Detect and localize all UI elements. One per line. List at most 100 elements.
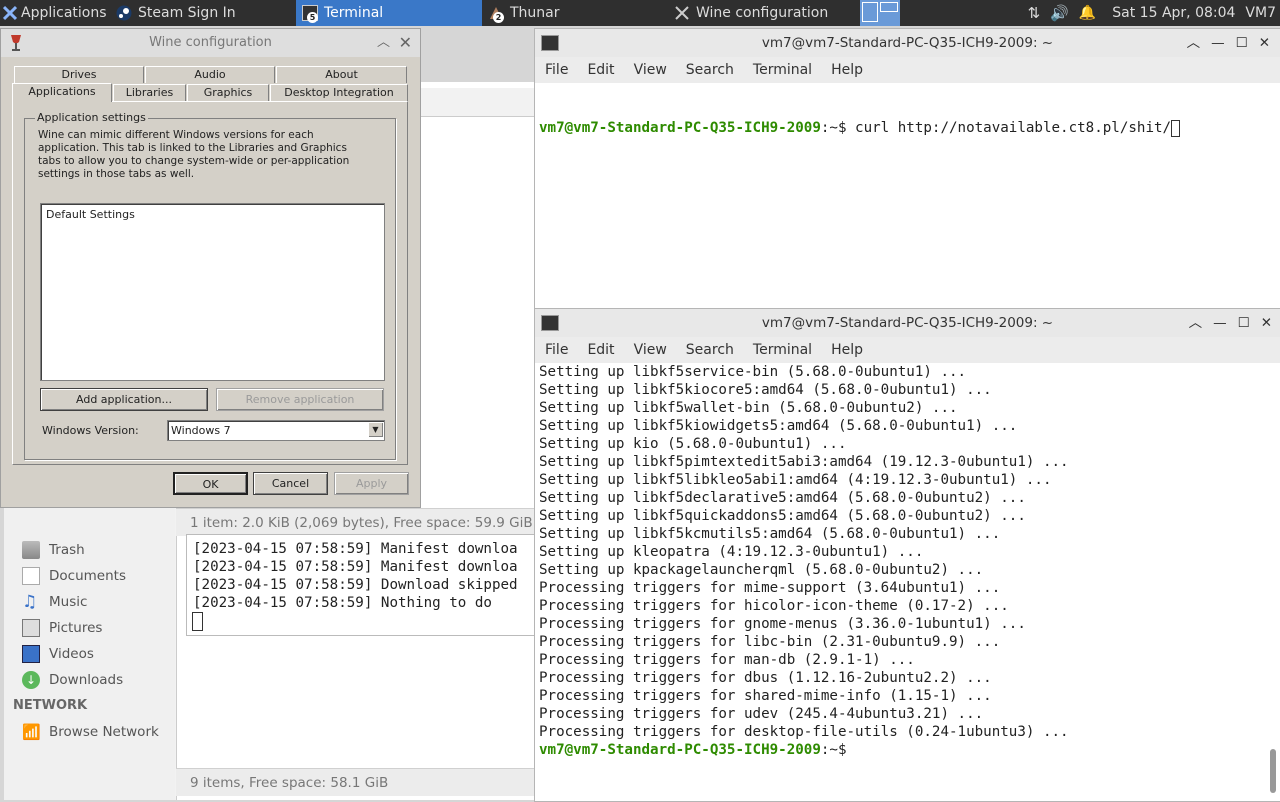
output-line: Processing triggers for libc-bin (2.31-0… [539,634,1001,650]
sidebar-item-music[interactable]: ♫ Music [22,592,87,612]
scrollbar[interactable] [1270,749,1276,793]
wine-glass-icon [9,34,23,52]
close-icon[interactable]: ✕ [1259,29,1270,57]
application-list[interactable]: Default Settings [40,203,385,381]
wine-tools-icon [674,5,690,21]
log-line: [2023-04-15 07:58:59] Manifest downloa [193,541,518,557]
menu-view[interactable]: View [634,62,667,78]
output-line: Processing triggers for gnome-menus (3.3… [539,616,1026,632]
wine-configuration-dialog: Wine configuration ︿ ✕ Drives Audio Abou… [0,28,421,508]
tab-applications[interactable]: Applications [12,83,112,102]
terminal-output[interactable]: Setting up libkf5service-bin (5.68.0-0ub… [539,363,1264,759]
add-application-button[interactable]: Add application... [40,388,208,411]
clock[interactable]: Sat 15 Apr, 08:04 [1112,5,1235,21]
tab-drives[interactable]: Drives [14,66,144,83]
menu-file[interactable]: File [545,62,568,78]
menu-search[interactable]: Search [686,62,734,78]
window-title: vm7@vm7-Standard-PC-Q35-ICH9-2009: ~ [761,35,1054,51]
windows-version-label: Windows Version: [42,424,139,437]
ok-button[interactable]: OK [173,472,248,495]
output-line: Setting up kio (5.68.0-0ubuntu1) ... [539,436,847,452]
pictures-icon [22,619,40,637]
cancel-button[interactable]: Cancel [253,472,328,495]
command-text: :~$ curl http://notavailable.ct8.pl/shit… [820,120,1172,136]
menu-edit[interactable]: Edit [587,342,614,358]
close-icon[interactable]: ✕ [399,29,412,57]
close-icon[interactable]: ✕ [1261,309,1272,337]
tab-desktop-integration[interactable]: Desktop Integration [270,84,408,101]
title-bar[interactable]: vm7@vm7-Standard-PC-Q35-ICH9-2009: ~ ︿ —… [535,29,1280,57]
output-line: Processing triggers for hicolor-icon-the… [539,598,1009,614]
output-line: Setting up libkf5libkleo5abi1:amd64 (4:1… [539,472,1052,488]
task-terminal[interactable]: 5 Terminal [296,0,482,26]
output-line: Setting up libkf5pimtextedit5abi3:amd64 … [539,454,1069,470]
output-line: Processing triggers for man-db (2.9.1-1)… [539,652,915,668]
sidebar-item-pictures[interactable]: Pictures [22,618,102,638]
menu-edit[interactable]: Edit [587,62,614,78]
dropdown-arrow-icon[interactable]: ▼ [368,422,383,437]
user-label[interactable]: VM7 [1245,5,1276,21]
terminal-output[interactable]: vm7@vm7-Standard-PC-Q35-ICH9-2009:~$ cur… [539,83,1264,173]
list-item[interactable]: Default Settings [46,208,135,221]
windows-version-select[interactable]: Windows 7 ▼ [167,420,385,441]
applications-menu[interactable]: Applications ☰ [0,0,110,26]
task-label: Terminal [324,5,384,21]
menu-terminal[interactable]: Terminal [753,62,812,78]
title-bar[interactable]: vm7@vm7-Standard-PC-Q35-ICH9-2009: ~ ︿ —… [535,309,1280,337]
output-line: Processing triggers for desktop-file-uti… [539,724,1069,740]
task-thunar[interactable]: 2 Thunar [482,0,668,26]
sidebar-item-documents[interactable]: Documents [22,566,126,586]
output-line: Setting up libkf5kcmutils5:amd64 (5.68.0… [539,526,1001,542]
menu-terminal[interactable]: Terminal [753,342,812,358]
terminal-icon: 5 [302,5,318,23]
system-tray: ⇅ 🔊 🔔 Sat 15 Apr, 08:04 VM7 [1028,0,1280,26]
minimize-icon[interactable]: — [1213,309,1227,337]
tab-graphics[interactable]: Graphics [187,84,269,101]
window-edge [418,88,536,117]
shade-icon[interactable]: ︿ [1189,309,1203,337]
window-title: vm7@vm7-Standard-PC-Q35-ICH9-2009: ~ [761,315,1054,331]
output-line: Setting up libkf5quickaddons5:amd64 (5.6… [539,508,1026,524]
sidebar-item-trash[interactable]: Trash [22,540,85,560]
shade-icon[interactable]: ︿ [1187,29,1201,57]
tab-libraries[interactable]: Libraries [113,84,186,101]
sidebar-item-downloads[interactable]: ↓ Downloads [22,670,123,690]
terminal-icon [541,35,559,51]
log-line: [2023-04-15 07:58:59] Manifest downloa [193,559,518,575]
maximize-icon[interactable]: ☐ [1236,29,1248,57]
tab-about[interactable]: About [276,66,407,83]
menu-bar: File Edit View Search Terminal Help [535,337,1280,363]
menu-help[interactable]: Help [831,62,863,78]
sidebar-item-videos[interactable]: Videos [22,644,94,664]
network-icon[interactable]: ⇅ [1028,4,1041,22]
minimize-icon[interactable]: — [1211,29,1225,57]
menu-help[interactable]: Help [831,342,863,358]
steam-log-window[interactable]: [2023-04-15 07:58:59] Manifest downloa [… [186,534,538,636]
tab-audio[interactable]: Audio [145,66,275,83]
output-line: Setting up libkf5kiocore5:amd64 (5.68.0-… [539,382,992,398]
output-line: Setting up libkf5wallet-bin (5.68.0-0ubu… [539,400,958,416]
title-bar[interactable]: Wine configuration ︿ ✕ [1,29,420,57]
task-wine-configuration[interactable]: Wine configuration [668,0,854,26]
menu-file[interactable]: File [545,342,568,358]
top-panel: Applications ☰ Steam Sign In 5 Terminal … [0,0,1280,26]
sidebar-item-browse-network[interactable]: 📶 Browse Network [22,722,159,742]
trash-icon [22,541,40,559]
volume-icon[interactable]: 🔊 [1050,4,1069,22]
menu-view[interactable]: View [634,342,667,358]
output-line: Processing triggers for dbus (1.12.16-2u… [539,670,992,686]
notification-bell-icon[interactable]: 🔔 [1079,5,1096,21]
output-line: Setting up kpackagelauncherqml (5.68.0-0… [539,562,984,578]
maximize-icon[interactable]: ☐ [1238,309,1250,337]
documents-icon [22,567,40,585]
terminal-window-bottom: vm7@vm7-Standard-PC-Q35-ICH9-2009: ~ ︿ —… [534,308,1280,802]
wifi-icon: 📶 [22,723,41,741]
output-line: Setting up libkf5service-bin (5.68.0-0ub… [539,364,967,380]
workspace-switcher[interactable] [860,0,900,26]
status-bar: 9 items, Free space: 58.1 GiB [176,768,544,796]
menu-search[interactable]: Search [686,342,734,358]
text-cursor [192,612,203,631]
task-steam[interactable]: Steam Sign In [110,0,296,26]
chevron-up-icon[interactable]: ︿ [377,29,390,57]
task-label: Wine configuration [696,5,829,21]
